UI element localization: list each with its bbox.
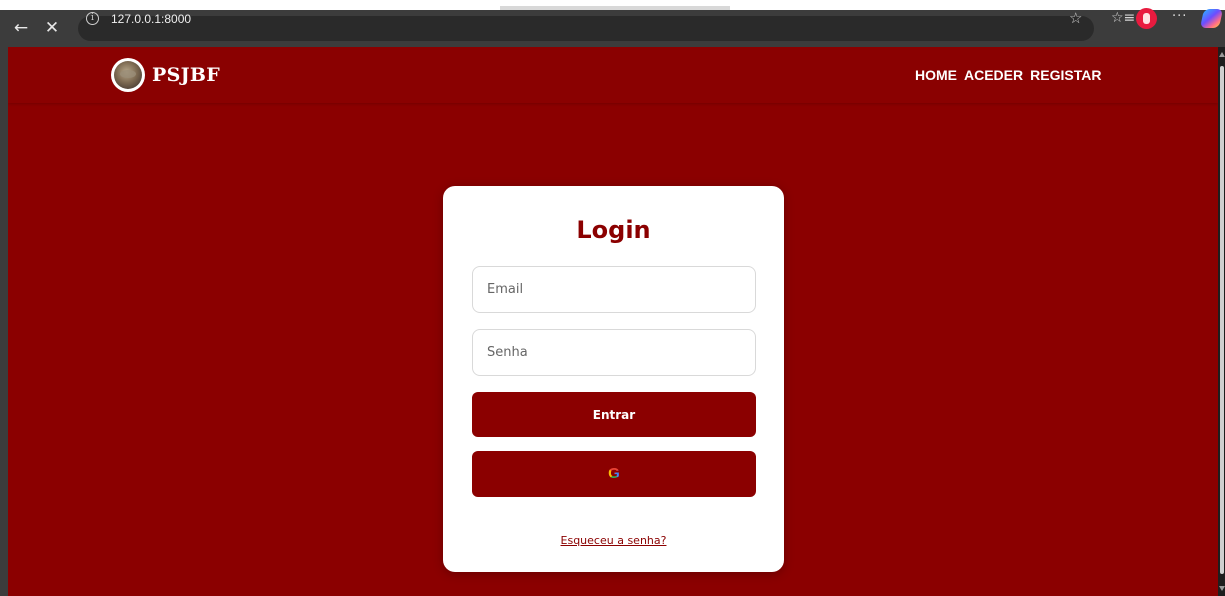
- login-button[interactable]: Entrar: [472, 392, 756, 437]
- forgot-password-container: Esqueceu a senha?: [443, 529, 784, 548]
- more-icon[interactable]: ···: [1172, 7, 1187, 27]
- scrollbar-thumb[interactable]: [1220, 66, 1224, 574]
- email-field[interactable]: [472, 266, 756, 313]
- main-nav: HOME ACEDER REGISTAR: [915, 67, 1101, 83]
- profile-icon[interactable]: [1136, 8, 1157, 29]
- logo-icon: [111, 58, 145, 92]
- nav-home-link[interactable]: HOME: [915, 67, 957, 83]
- password-field[interactable]: [472, 329, 756, 376]
- brand-name: PSJBF: [152, 64, 221, 86]
- window-edge: [0, 47, 8, 596]
- url-text[interactable]: 127.0.0.1:8000: [111, 11, 191, 27]
- site-header: PSJBF HOME ACEDER REGISTAR: [8, 47, 1218, 103]
- page-viewport: PSJBF HOME ACEDER REGISTAR Login Entrar …: [8, 47, 1218, 596]
- address-bar[interactable]: [78, 16, 1094, 41]
- info-icon[interactable]: i: [86, 12, 99, 25]
- brand[interactable]: PSJBF: [111, 58, 220, 92]
- google-icon: G: [608, 465, 620, 482]
- scroll-down-icon[interactable]: [1219, 586, 1225, 591]
- google-login-button[interactable]: G: [472, 451, 756, 497]
- login-title: Login: [576, 216, 651, 244]
- login-card: Login Entrar G Esqueceu a senha?: [443, 186, 784, 572]
- close-icon[interactable]: ✕: [42, 18, 62, 38]
- nav-registar-link[interactable]: REGISTAR: [1030, 67, 1101, 83]
- nav-aceder-link[interactable]: ACEDER: [964, 67, 1023, 83]
- tab-strip: [0, 0, 1225, 10]
- arrow-left-icon[interactable]: ←: [11, 18, 31, 38]
- star-icon[interactable]: ☆: [1069, 8, 1082, 28]
- forgot-password-link[interactable]: Esqueceu a senha?: [561, 534, 667, 547]
- scroll-up-icon[interactable]: [1219, 52, 1225, 57]
- favorites-icon[interactable]: ☆≡: [1111, 8, 1135, 28]
